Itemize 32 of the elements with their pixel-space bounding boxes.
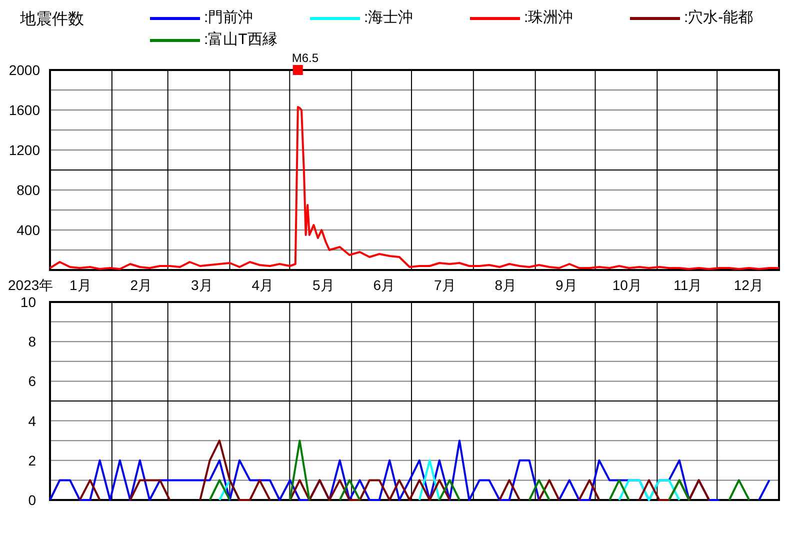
legend-label: :珠洲沖	[524, 8, 574, 28]
axis-label: 800	[16, 182, 40, 198]
axis-label: 2	[28, 452, 36, 468]
axis-label: 6	[28, 373, 36, 390]
axis-label: 4月	[252, 277, 274, 293]
axis-label: 0	[28, 492, 36, 508]
axis-label: 4	[28, 412, 36, 429]
axis-label: 5月	[312, 277, 334, 293]
axis-label: 12月	[734, 277, 764, 293]
axis-label: 1600	[8, 102, 40, 118]
axis-label: 9月	[555, 277, 578, 293]
axis-label: 10	[20, 295, 36, 310]
axis-label: 7月	[434, 277, 456, 293]
axis-label: 10月	[612, 277, 642, 293]
axis-label: 1200	[8, 142, 40, 158]
axis-label: 400	[16, 222, 40, 238]
axis-label: 3月	[190, 277, 213, 293]
event-label: M6.5	[292, 51, 319, 65]
legend-label: :門前沖	[204, 8, 254, 28]
axis-label: 8月	[494, 277, 517, 293]
axis-label: 6月	[373, 277, 396, 293]
legend-label: :穴水-能都	[684, 8, 754, 28]
chart-title: 地震件数	[19, 10, 85, 30]
legend-label: :海士沖	[364, 8, 414, 28]
axis-label: 2月	[130, 277, 152, 293]
axis-title: 2023年	[8, 277, 54, 293]
legend-label: :富山T西縁	[204, 30, 278, 50]
axis-label: 11月	[674, 277, 702, 293]
axis-label: 8	[28, 334, 36, 350]
axis-label: 2000	[8, 62, 40, 78]
event-marker	[292, 65, 303, 75]
axis-label: 1月	[69, 277, 92, 293]
